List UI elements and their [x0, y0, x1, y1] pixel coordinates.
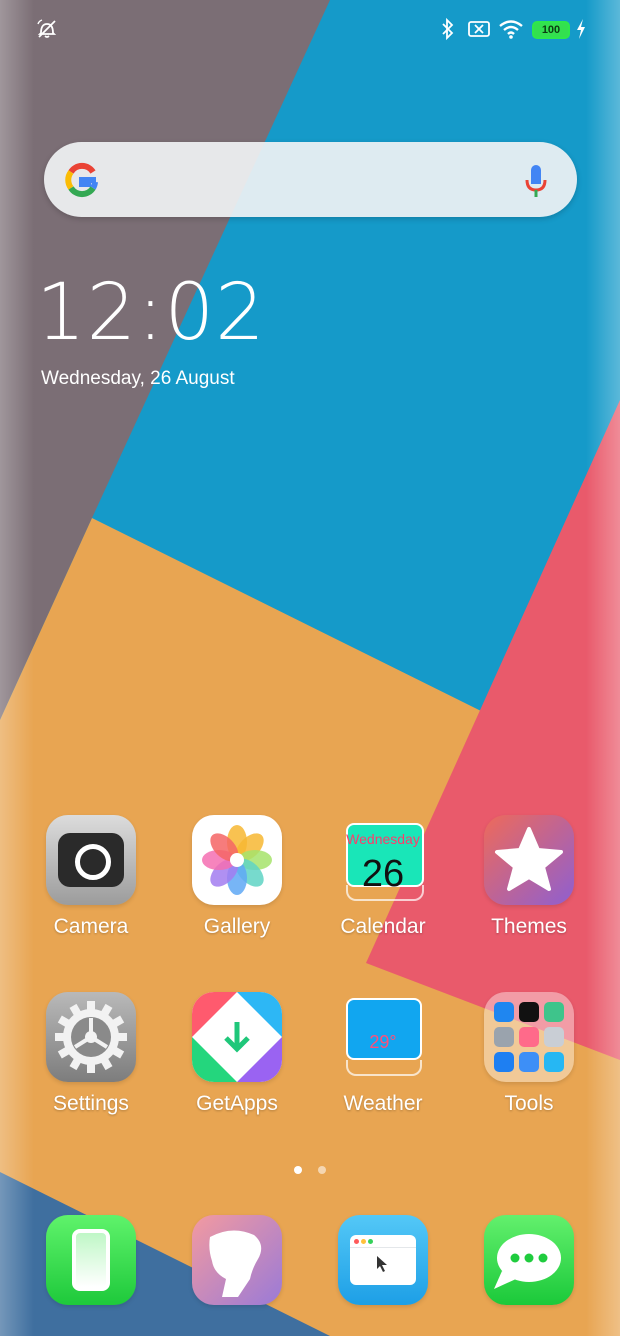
alarm-off-icon [36, 18, 58, 45]
dock-browser[interactable] [318, 1215, 448, 1305]
google-search-bar[interactable] [44, 142, 577, 217]
home-screen: 100 12:02 Wednesday, 26 August Camera Ga… [0, 0, 620, 1336]
status-bar: 100 [0, 0, 620, 58]
page-dot-active[interactable] [293, 1166, 302, 1174]
bluetooth-icon [440, 17, 456, 46]
app-calendar[interactable]: Wednesday 26 Calendar [318, 815, 448, 939]
app-label: Gallery [203, 915, 271, 938]
page-dot[interactable] [318, 1166, 327, 1174]
camera-icon [46, 815, 136, 905]
app-camera[interactable]: Camera [26, 815, 156, 939]
browser-icon [338, 1215, 428, 1305]
app-themes[interactable]: Themes [464, 815, 594, 939]
app-settings[interactable]: Settings [26, 992, 156, 1116]
app-label: GetApps [196, 1092, 278, 1115]
app-gallery[interactable]: Gallery [172, 815, 302, 939]
mic-icon[interactable] [525, 164, 547, 203]
app-label: Tools [504, 1092, 554, 1115]
app-tools-folder[interactable]: Tools [464, 992, 594, 1116]
app-getapps[interactable]: GetApps [172, 992, 302, 1116]
messages-icon [484, 1215, 574, 1305]
dock-phone[interactable] [26, 1215, 156, 1305]
app-label: Calendar [340, 915, 426, 938]
app-label: Camera [53, 915, 129, 938]
phone-icon [46, 1215, 136, 1305]
app-label: Weather [343, 1092, 423, 1115]
google-g-icon [64, 162, 100, 203]
calendar-icon: Wednesday 26 [338, 815, 428, 905]
app-label: Themes [491, 915, 567, 938]
battery-icon: 100 [532, 21, 570, 39]
app-label: Settings [53, 1092, 129, 1115]
folder-icon [484, 992, 574, 1082]
contacts-icon [192, 1215, 282, 1305]
weather-icon: 29° [338, 992, 428, 1082]
no-sim-icon [467, 19, 491, 44]
gear-icon [46, 992, 136, 1082]
wifi-icon [498, 18, 524, 45]
gallery-flower-icon [192, 815, 282, 905]
charging-bolt-icon [575, 18, 587, 45]
dock-contacts[interactable] [172, 1215, 302, 1305]
dock-messages[interactable] [464, 1215, 594, 1305]
star-icon [484, 815, 574, 905]
clock-time[interactable]: 12:02 [36, 268, 266, 358]
getapps-icon [192, 992, 282, 1082]
app-weather[interactable]: 29° Weather [318, 992, 448, 1116]
calendar-weekday: Wednesday [346, 831, 420, 847]
page-indicator [0, 1161, 620, 1179]
weather-temp: 29° [369, 1032, 397, 1052]
clock-date[interactable]: Wednesday, 26 August [41, 368, 235, 390]
